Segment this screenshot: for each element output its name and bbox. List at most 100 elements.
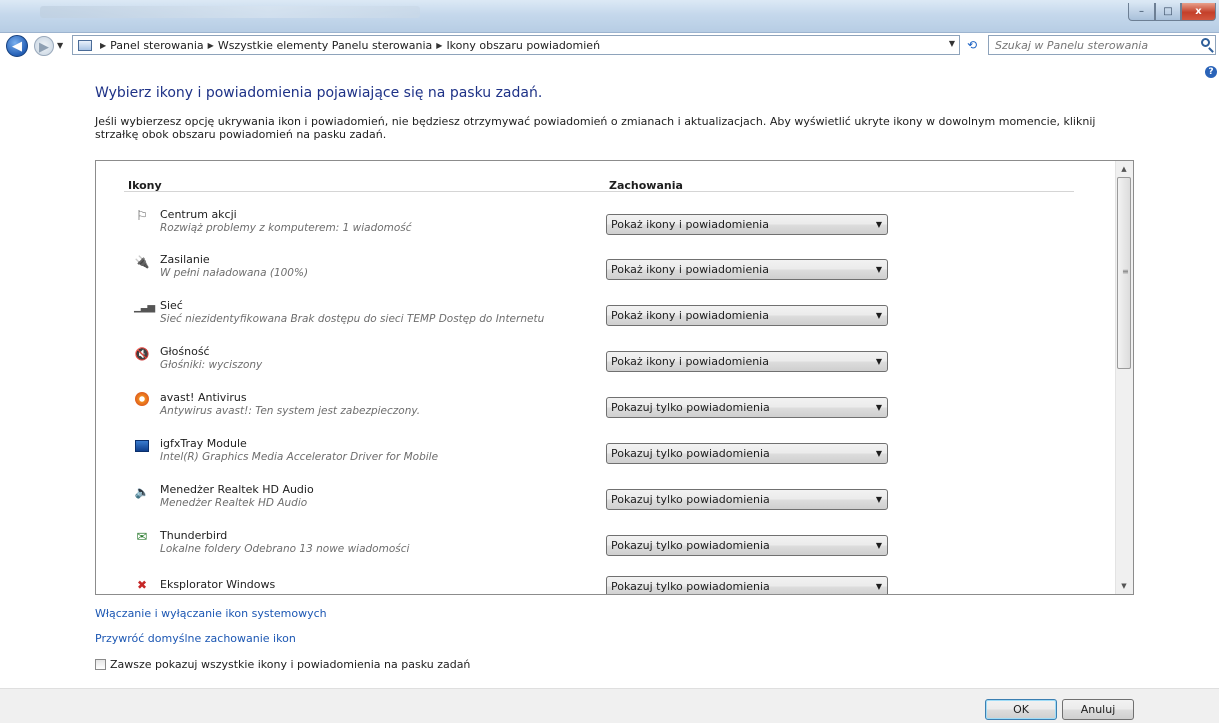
cancel-button[interactable]: Anuluj: [1062, 699, 1134, 720]
list-item-action-center: ⚐ Centrum akcji Rozwiąż problemy z kompu…: [96, 206, 1116, 250]
chevron-down-icon: ▼: [875, 541, 882, 550]
list-item-explorer: ✖ Eksplorator Windows Pokazuj tylko powi…: [96, 574, 1116, 594]
item-name: Zasilanie: [160, 253, 210, 266]
behavior-dropdown[interactable]: Pokazuj tylko powiadomienia ▼: [606, 576, 888, 594]
search-box[interactable]: [988, 35, 1216, 55]
breadcrumb-notification-icons[interactable]: Ikony obszaru powiadomień: [446, 39, 600, 52]
back-arrow-icon: ◀: [12, 39, 22, 54]
thunderbird-icon: ✉: [136, 530, 148, 545]
behavior-value: Pokazuj tylko powiadomienia: [611, 447, 770, 460]
list-item-volume: 🔇 Głośność Głośniki: wyciszony Pokaż iko…: [96, 343, 1116, 387]
chevron-right-icon[interactable]: ▶: [436, 41, 442, 50]
chevron-down-icon: ▼: [875, 265, 882, 274]
always-show-checkbox[interactable]: [95, 659, 106, 670]
address-bar[interactable]: ▶ Panel sterowania ▶ Wszystkie elementy …: [72, 35, 960, 55]
item-name: Thunderbird: [160, 529, 228, 542]
behavior-dropdown[interactable]: Pokaż ikony i powiadomienia ▼: [606, 351, 888, 372]
behavior-dropdown[interactable]: Pokazuj tylko powiadomienia ▼: [606, 489, 888, 510]
list-item-igfx: igfxTray Module Intel(R) Graphics Media …: [96, 435, 1116, 479]
item-name: igfxTray Module: [160, 437, 247, 450]
item-description: Antywirus avast!: Ten system jest zabezp…: [160, 405, 421, 417]
title-bar: – □ x: [0, 0, 1219, 33]
power-icon: 🔌: [134, 255, 150, 269]
breadcrumb-all-items[interactable]: Wszystkie elementy Panelu sterowania: [218, 39, 432, 52]
refresh-button[interactable]: ⟲: [961, 36, 983, 54]
always-show-option[interactable]: Zawsze pokazuj wszystkie ikony i powiado…: [95, 658, 470, 671]
navigation-bar: ◀ ▶ ▼ ▶ Panel sterowania ▶ Wszystkie ele…: [0, 32, 1219, 58]
list-item-thunderbird: ✉ Thunderbird Lokalne foldery Odebrano 1…: [96, 527, 1116, 571]
flag-icon: ⚐: [136, 209, 148, 224]
chevron-down-icon: ▼: [57, 41, 64, 50]
page-title: Wybierz ikony i powiadomienia pojawiając…: [95, 85, 543, 101]
always-show-label[interactable]: Zawsze pokazuj wszystkie ikony i powiado…: [110, 658, 470, 671]
page-description: Jeśli wybierzesz opcję ukrywania ikon i …: [95, 115, 1096, 141]
item-description: Menedżer Realtek HD Audio: [160, 497, 308, 509]
chevron-down-icon: ▼: [875, 582, 882, 591]
help-icon[interactable]: ?: [1205, 66, 1217, 78]
address-dropdown-icon[interactable]: ▼: [949, 39, 955, 48]
back-button[interactable]: ◀: [6, 35, 28, 57]
search-icon[interactable]: [1201, 38, 1210, 47]
system-icons-link[interactable]: Włączanie i wyłączanie ikon systemowych: [95, 607, 327, 620]
chevron-down-icon: ▼: [875, 220, 882, 229]
item-name: avast! Antivirus: [160, 391, 247, 404]
list-item-power: 🔌 Zasilanie W pełni naładowana (100%) Po…: [96, 251, 1116, 295]
notification-icons-list[interactable]: Ikony Zachowania ⚐ Centrum akcji Rozwiąż…: [95, 160, 1134, 595]
behavior-dropdown[interactable]: Pokaż ikony i powiadomienia ▼: [606, 214, 888, 235]
behavior-dropdown[interactable]: Pokaż ikony i powiadomienia ▼: [606, 305, 888, 326]
restore-defaults-link[interactable]: Przywróć domyślne zachowanie ikon: [95, 632, 296, 645]
search-input[interactable]: [995, 37, 1190, 53]
item-description: Rozwiąż problemy z komputerem: 1 wiadomo…: [160, 222, 412, 234]
behavior-dropdown[interactable]: Pokazuj tylko powiadomienia ▼: [606, 535, 888, 556]
item-description: Głośniki: wyciszony: [160, 359, 263, 371]
behavior-value: Pokazuj tylko powiadomienia: [611, 401, 770, 414]
behavior-value: Pokazuj tylko powiadomienia: [611, 493, 770, 506]
chevron-down-icon: ▼: [875, 357, 882, 366]
control-panel-icon: [78, 39, 92, 51]
header-divider: [124, 191, 1074, 192]
behavior-value: Pokaż ikony i powiadomienia: [611, 218, 769, 231]
list-item-avast: avast! Antivirus Antywirus avast!: Ten s…: [96, 389, 1116, 433]
chevron-right-icon[interactable]: ▶: [100, 41, 106, 50]
list-item-realtek: 🔈 Menedżer Realtek HD Audio Menedżer Rea…: [96, 481, 1116, 525]
chevron-down-icon: ▼: [875, 403, 882, 412]
behavior-dropdown[interactable]: Pokazuj tylko powiadomienia ▼: [606, 397, 888, 418]
behavior-value: Pokaż ikony i powiadomienia: [611, 309, 769, 322]
chevron-right-icon[interactable]: ▶: [208, 41, 214, 50]
igfx-icon: [134, 438, 150, 454]
breadcrumb-control-panel[interactable]: Panel sterowania: [110, 39, 204, 52]
behavior-dropdown[interactable]: Pokaż ikony i powiadomienia ▼: [606, 259, 888, 280]
item-name: Menedżer Realtek HD Audio: [160, 483, 314, 496]
network-icon: ▁▃▅: [134, 302, 155, 313]
item-description: W pełni naładowana (100%): [160, 267, 309, 279]
item-name: Centrum akcji: [160, 208, 237, 221]
volume-muted-icon: 🔇: [134, 347, 150, 361]
item-name: Eksplorator Windows: [160, 578, 276, 591]
vertical-scrollbar[interactable]: ▲ ≡ ▼: [1115, 161, 1133, 594]
item-name: Sieć: [160, 299, 183, 312]
behavior-dropdown[interactable]: Pokazuj tylko powiadomienia ▼: [606, 443, 888, 464]
window-title: [40, 6, 420, 18]
scrollbar-thumb[interactable]: ≡: [1117, 177, 1131, 369]
forward-arrow-icon: ▶: [39, 40, 49, 55]
behavior-value: Pokazuj tylko powiadomienia: [611, 580, 770, 593]
ok-button[interactable]: OK: [985, 699, 1057, 720]
chevron-down-icon: ▼: [875, 311, 882, 320]
maximize-button[interactable]: □: [1155, 3, 1181, 21]
chevron-down-icon: ▼: [875, 495, 882, 504]
forward-button[interactable]: ▶: [34, 36, 54, 56]
item-description: Lokalne foldery Odebrano 13 nowe wiadomo…: [160, 543, 410, 555]
close-button[interactable]: x: [1181, 3, 1216, 21]
grip-icon: ≡: [1122, 267, 1129, 276]
scroll-up-icon[interactable]: ▲: [1116, 161, 1132, 177]
chevron-down-icon: ▼: [875, 449, 882, 458]
list-item-network: ▁▃▅ Sieć Sieć niezidentyfikowana Brak do…: [96, 297, 1116, 341]
recent-pages-dropdown[interactable]: ▼: [57, 41, 63, 50]
scroll-down-icon[interactable]: ▼: [1116, 578, 1132, 594]
item-description: Intel(R) Graphics Media Accelerator Driv…: [160, 451, 439, 463]
refresh-icon: ⟲: [966, 38, 978, 52]
minimize-button[interactable]: –: [1128, 3, 1155, 21]
item-name: Głośność: [160, 345, 210, 358]
item-description: Sieć niezidentyfikowana Brak dostępu do …: [160, 313, 545, 325]
behavior-value: Pokaż ikony i powiadomienia: [611, 355, 769, 368]
